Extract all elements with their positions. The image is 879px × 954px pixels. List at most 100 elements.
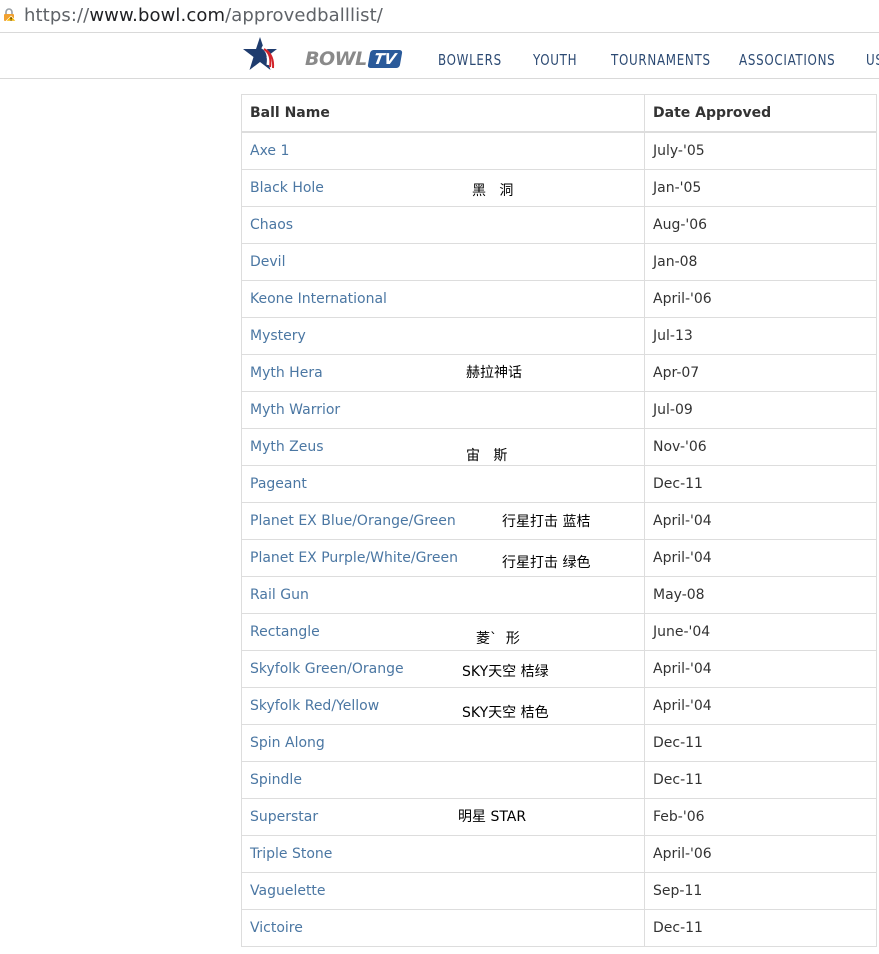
bowltv-logo-tv: TV [367,50,403,68]
date-approved-cell: April-'06 [644,280,877,318]
date-approved-cell: July-'05 [644,131,877,170]
ball-name-link[interactable]: Rail Gun [250,587,309,603]
date-approved-cell: Dec-11 [644,465,877,503]
date-approved-cell: Dec-11 [644,909,877,947]
ball-name-link[interactable]: Chaos [250,217,293,233]
table-body: Axe 1 July-'05 Black Hole 黑 洞 Jan-'05 Chaos Au… [241,131,877,947]
ball-name-link[interactable]: Pageant [250,476,307,492]
ball-name-link[interactable]: Devil [250,254,285,270]
table-row: Pageant Dec-11 [241,465,877,503]
handwritten-annotation: 明星 STAR [458,809,527,825]
ball-name-link[interactable]: Rectangle [250,624,320,640]
table-row: Myth Hera 赫拉神话 Apr-07 [241,354,877,392]
table-row: Myth Zeus 宙 斯 Nov-'06 [241,428,877,466]
table-header-row: Ball Name Date Approved [241,94,877,133]
handwritten-annotation: 行星打击 蓝桔 [502,514,591,530]
ball-name-cell: Vaguelette [241,872,645,910]
nav-tournaments[interactable]: TOURNAMENTS [611,51,711,69]
ball-name-link[interactable]: Spindle [250,772,302,788]
url-scheme: https:// [24,5,90,26]
ball-name-cell: Triple Stone [241,835,645,873]
ball-name-cell: Rail Gun [241,576,645,614]
date-approved-cell: Apr-07 [644,354,877,392]
ball-name-link[interactable]: Skyfolk Red/Yellow [250,698,379,714]
date-approved-cell: Feb-'06 [644,798,877,836]
bowltv-logo[interactable]: BOWL TV [305,48,403,70]
handwritten-annotation: 赫拉神话 [466,365,522,381]
table-row: Spin Along Dec-11 [241,724,877,762]
table-row: Mystery Jul-13 [241,317,877,355]
ball-name-link[interactable]: Superstar [250,809,318,825]
ball-name-link[interactable]: Spin Along [250,735,325,751]
ball-name-link[interactable]: Victoire [250,920,303,936]
ball-name-link[interactable]: Mystery [250,328,306,344]
table-row: Rail Gun May-08 [241,576,877,614]
ball-name-cell: Axe 1 [241,131,645,170]
ball-name-cell: Spindle [241,761,645,799]
ball-name-link[interactable]: Vaguelette [250,883,326,899]
date-approved-cell: Aug-'06 [644,206,877,244]
date-approved-cell: Nov-'06 [644,428,877,466]
usbc-star-logo-icon[interactable] [240,35,280,73]
approved-ball-table: Ball Name Date Approved Axe 1 July-'05 Bla… [241,94,877,947]
handwritten-annotation: 行星打击 绿色 [502,555,591,571]
handwritten-annotation: SKY天空 桔色 [462,705,549,721]
table-row: Myth Warrior Jul-09 [241,391,877,429]
table-row: Planet EX Purple/White/Green 行星打击 绿色 April… [241,539,877,577]
ball-name-cell: Myth Warrior [241,391,645,429]
date-approved-cell: April-'06 [644,835,877,873]
ball-name-cell: Rectangle 菱` 形 [241,613,645,651]
table-row: Keone International April-'06 [241,280,877,318]
handwritten-annotation: SKY天空 桔绿 [462,664,549,680]
table-row: Vaguelette Sep-11 [241,872,877,910]
date-approved-cell: Dec-11 [644,724,877,762]
ball-name-cell: Planet EX Blue/Orange/Green 行星打击 蓝桔 [241,502,645,540]
ball-name-link[interactable]: Black Hole [250,180,324,196]
table-row: Triple Stone April-'06 [241,835,877,873]
nav-associations[interactable]: ASSOCIATIONS [739,51,835,69]
ball-name-cell: Spin Along [241,724,645,762]
address-bar[interactable]: https://www.bowl.com/approvedballlist/ [0,0,879,32]
date-approved-cell: April-'04 [644,687,877,725]
ball-name-link[interactable]: Myth Zeus [250,439,324,455]
url-text[interactable]: https://www.bowl.com/approvedballlist/ [24,5,383,26]
ball-name-cell: Victoire [241,909,645,947]
ball-name-cell: Keone International [241,280,645,318]
table-row: Superstar 明星 STAR Feb-'06 [241,798,877,836]
date-approved-cell: Dec-11 [644,761,877,799]
ball-name-link[interactable]: Myth Warrior [250,402,340,418]
url-path: /approvedballlist/ [225,5,383,26]
header-date-approved[interactable]: Date Approved [644,94,877,133]
ball-name-cell: Pageant [241,465,645,503]
table-row: Skyfolk Green/Orange SKY天空 桔绿 April-'04 [241,650,877,688]
nav-bowlers[interactable]: BOWLERS [438,51,502,69]
insecure-lock-icon[interactable] [3,8,17,22]
handwritten-annotation: 菱` 形 [476,631,520,647]
ball-name-link[interactable]: Myth Hera [250,365,323,381]
ball-name-cell: Skyfolk Green/Orange SKY天空 桔绿 [241,650,645,688]
ball-name-link[interactable]: Planet EX Blue/Orange/Green [250,513,456,529]
ball-name-cell: Planet EX Purple/White/Green 行星打击 绿色 [241,539,645,577]
ball-name-cell: Mystery [241,317,645,355]
ball-name-link[interactable]: Planet EX Purple/White/Green [250,550,458,566]
ball-name-link[interactable]: Keone International [250,291,387,307]
url-host: www.bowl.com [89,5,226,26]
table-row: Spindle Dec-11 [241,761,877,799]
date-approved-cell: April-'04 [644,502,877,540]
table-row: Planet EX Blue/Orange/Green 行星打击 蓝桔 April-… [241,502,877,540]
ball-name-cell: Myth Zeus 宙 斯 [241,428,645,466]
date-approved-cell: May-08 [644,576,877,614]
ball-name-link[interactable]: Axe 1 [250,143,289,159]
date-approved-cell: Sep-11 [644,872,877,910]
table-row: Devil Jan-08 [241,243,877,281]
ball-name-link[interactable]: Triple Stone [250,846,332,862]
ball-name-cell: Skyfolk Red/Yellow SKY天空 桔色 [241,687,645,725]
table-row: Black Hole 黑 洞 Jan-'05 [241,169,877,207]
nav-us[interactable]: US [866,51,879,69]
header-ball-name[interactable]: Ball Name [241,94,645,133]
table-row: Victoire Dec-11 [241,909,877,947]
ball-name-link[interactable]: Skyfolk Green/Orange [250,661,404,677]
date-approved-cell: Jan-08 [644,243,877,281]
ball-name-cell: Myth Hera 赫拉神话 [241,354,645,392]
nav-youth[interactable]: YOUTH [533,51,577,69]
